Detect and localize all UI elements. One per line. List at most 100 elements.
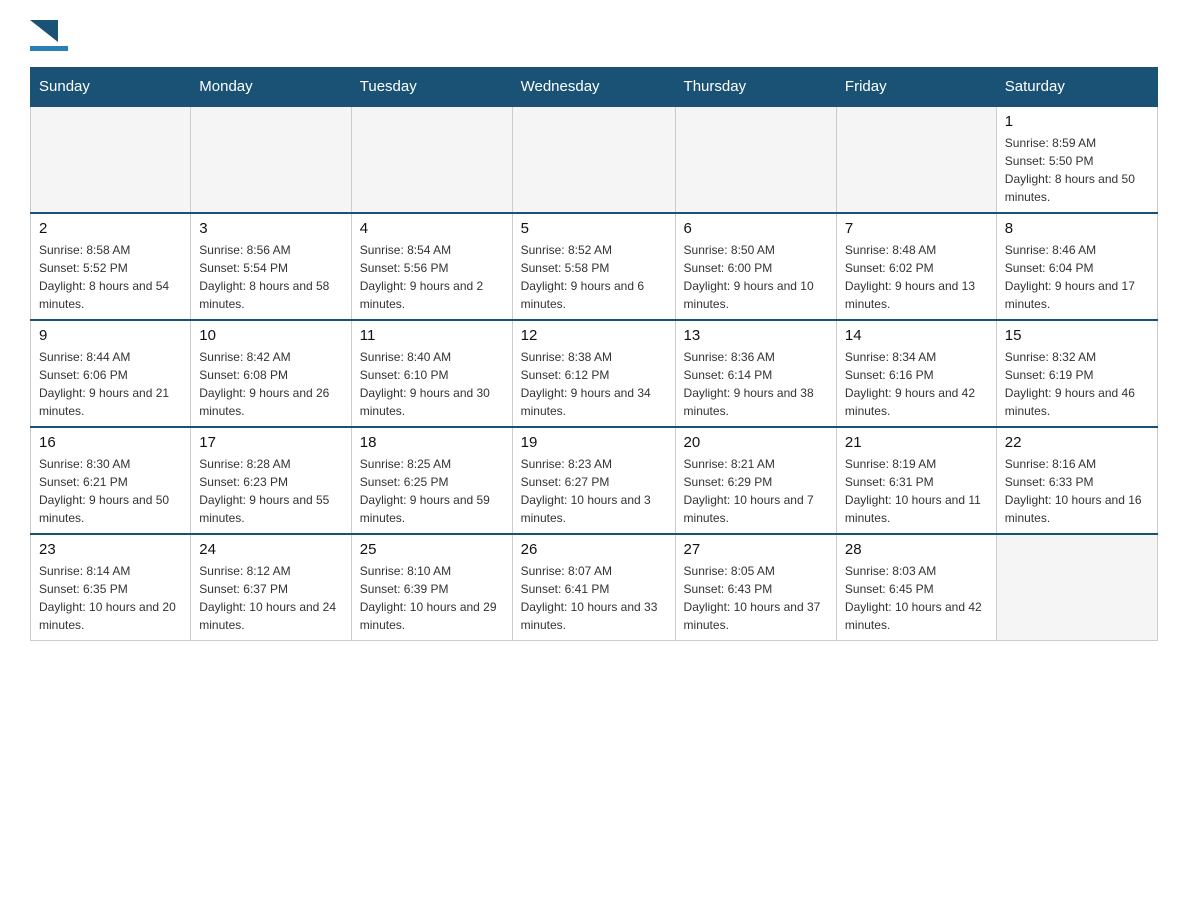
calendar-cell: 1Sunrise: 8:59 AMSunset: 5:50 PMDaylight… xyxy=(996,106,1157,213)
calendar-cell: 24Sunrise: 8:12 AMSunset: 6:37 PMDayligh… xyxy=(191,534,352,641)
day-number: 18 xyxy=(360,434,504,451)
weekday-header-saturday: Saturday xyxy=(996,68,1157,107)
calendar-cell: 7 Sunrise: 8:48 AMSunset: 6:02 PMDaylight… xyxy=(836,213,996,320)
calendar-table: SundayMondayTuesdayWednesdayThursdayFrid… xyxy=(30,67,1158,641)
calendar-cell: 23 Sunrise: 8:14 AMSunset: 6:35 PMDayligh… xyxy=(31,534,191,641)
day-info: Sunrise: 8:10 AMSunset: 6:39 PMDaylight:… xyxy=(360,562,504,634)
calendar-cell: 9 Sunrise: 8:44 AMSunset: 6:06 PMDaylight… xyxy=(31,320,191,427)
calendar-cell: 18Sunrise: 8:25 AMSunset: 6:25 PMDayligh… xyxy=(351,427,512,534)
weekday-header-monday: Monday xyxy=(191,68,352,107)
day-number: 12 xyxy=(521,327,667,344)
day-info: Sunrise: 8:28 AMSunset: 6:23 PMDaylight:… xyxy=(199,455,343,527)
calendar-cell: 12 Sunrise: 8:38 AMSunset: 6:12 PMDayligh… xyxy=(512,320,675,427)
calendar-cell: 21 Sunrise: 8:19 AMSunset: 6:31 PMDayligh… xyxy=(836,427,996,534)
day-info: Sunrise: 8:36 AMSunset: 6:14 PMDaylight:… xyxy=(684,348,828,420)
day-number: 20 xyxy=(684,434,828,451)
day-info: Sunrise: 8:38 AMSunset: 6:12 PMDaylight:… xyxy=(521,348,667,420)
page-header xyxy=(30,20,1158,51)
day-number: 15 xyxy=(1005,327,1149,344)
calendar-cell: 22 Sunrise: 8:16 AMSunset: 6:33 PMDayligh… xyxy=(996,427,1157,534)
day-info: Sunrise: 8:23 AMSunset: 6:27 PMDaylight:… xyxy=(521,455,667,527)
calendar-cell xyxy=(351,106,512,213)
day-info: Sunrise: 8:50 AMSunset: 6:00 PMDaylight:… xyxy=(684,241,828,313)
logo xyxy=(30,20,72,51)
day-number: 22 xyxy=(1005,434,1149,451)
day-info: Sunrise: 8:03 AMSunset: 6:45 PMDaylight:… xyxy=(845,562,988,634)
day-number: 6 xyxy=(684,220,828,237)
weekday-header-sunday: Sunday xyxy=(31,68,191,107)
calendar-cell: 11 Sunrise: 8:40 AMSunset: 6:10 PMDayligh… xyxy=(351,320,512,427)
day-info: Sunrise: 8:05 AMSunset: 6:43 PMDaylight:… xyxy=(684,562,828,634)
calendar-cell: 10 Sunrise: 8:42 AMSunset: 6:08 PMDayligh… xyxy=(191,320,352,427)
calendar-cell xyxy=(191,106,352,213)
day-info: Sunrise: 8:54 AMSunset: 5:56 PMDaylight:… xyxy=(360,241,504,313)
day-number: 10 xyxy=(199,327,343,344)
calendar-cell: 17Sunrise: 8:28 AMSunset: 6:23 PMDayligh… xyxy=(191,427,352,534)
calendar-cell: 16 Sunrise: 8:30 AMSunset: 6:21 PMDayligh… xyxy=(31,427,191,534)
calendar-week-4: 16 Sunrise: 8:30 AMSunset: 6:21 PMDayligh… xyxy=(31,427,1158,534)
day-info: Sunrise: 8:07 AMSunset: 6:41 PMDaylight:… xyxy=(521,562,667,634)
calendar-cell xyxy=(512,106,675,213)
day-info: Sunrise: 8:14 AMSunset: 6:35 PMDaylight:… xyxy=(39,562,182,634)
day-number: 19 xyxy=(521,434,667,451)
day-info: Sunrise: 8:19 AMSunset: 6:31 PMDaylight:… xyxy=(845,455,988,527)
day-info: Sunrise: 8:48 AMSunset: 6:02 PMDaylight:… xyxy=(845,241,988,313)
day-info: Sunrise: 8:16 AMSunset: 6:33 PMDaylight:… xyxy=(1005,455,1149,527)
day-info: Sunrise: 8:42 AMSunset: 6:08 PMDaylight:… xyxy=(199,348,343,420)
day-number: 14 xyxy=(845,327,988,344)
calendar-cell xyxy=(996,534,1157,641)
day-number: 9 xyxy=(39,327,182,344)
calendar-cell: 3Sunrise: 8:56 AMSunset: 5:54 PMDaylight… xyxy=(191,213,352,320)
calendar-cell: 13 Sunrise: 8:36 AMSunset: 6:14 PMDayligh… xyxy=(675,320,836,427)
day-number: 27 xyxy=(684,541,828,558)
day-number: 25 xyxy=(360,541,504,558)
day-info: Sunrise: 8:56 AMSunset: 5:54 PMDaylight:… xyxy=(199,241,343,313)
day-number: 13 xyxy=(684,327,828,344)
calendar-cell: 20 Sunrise: 8:21 AMSunset: 6:29 PMDayligh… xyxy=(675,427,836,534)
calendar-week-5: 23 Sunrise: 8:14 AMSunset: 6:35 PMDayligh… xyxy=(31,534,1158,641)
day-number: 16 xyxy=(39,434,182,451)
weekday-header-tuesday: Tuesday xyxy=(351,68,512,107)
day-number: 2 xyxy=(39,220,182,237)
calendar-cell: 15 Sunrise: 8:32 AMSunset: 6:19 PMDayligh… xyxy=(996,320,1157,427)
calendar-cell: 6 Sunrise: 8:50 AMSunset: 6:00 PMDaylight… xyxy=(675,213,836,320)
day-info: Sunrise: 8:32 AMSunset: 6:19 PMDaylight:… xyxy=(1005,348,1149,420)
calendar-cell: 28 Sunrise: 8:03 AMSunset: 6:45 PMDayligh… xyxy=(836,534,996,641)
day-number: 11 xyxy=(360,327,504,344)
day-number: 28 xyxy=(845,541,988,558)
day-number: 26 xyxy=(521,541,667,558)
calendar-cell: 8 Sunrise: 8:46 AMSunset: 6:04 PMDaylight… xyxy=(996,213,1157,320)
calendar-cell: 27 Sunrise: 8:05 AMSunset: 6:43 PMDayligh… xyxy=(675,534,836,641)
day-info: Sunrise: 8:30 AMSunset: 6:21 PMDaylight:… xyxy=(39,455,182,527)
calendar-week-2: 2 Sunrise: 8:58 AMSunset: 5:52 PMDaylight… xyxy=(31,213,1158,320)
calendar-cell xyxy=(675,106,836,213)
logo-arrow-icon xyxy=(30,20,58,50)
calendar-cell: 4Sunrise: 8:54 AMSunset: 5:56 PMDaylight… xyxy=(351,213,512,320)
calendar-cell xyxy=(31,106,191,213)
day-number: 8 xyxy=(1005,220,1149,237)
weekday-row: SundayMondayTuesdayWednesdayThursdayFrid… xyxy=(31,68,1158,107)
day-info: Sunrise: 8:52 AMSunset: 5:58 PMDaylight:… xyxy=(521,241,667,313)
calendar-cell xyxy=(836,106,996,213)
calendar-cell: 5 Sunrise: 8:52 AMSunset: 5:58 PMDaylight… xyxy=(512,213,675,320)
weekday-header-thursday: Thursday xyxy=(675,68,836,107)
day-number: 21 xyxy=(845,434,988,451)
calendar-cell: 19 Sunrise: 8:23 AMSunset: 6:27 PMDayligh… xyxy=(512,427,675,534)
calendar-week-1: 1Sunrise: 8:59 AMSunset: 5:50 PMDaylight… xyxy=(31,106,1158,213)
day-info: Sunrise: 8:58 AMSunset: 5:52 PMDaylight:… xyxy=(39,241,182,313)
calendar-week-3: 9 Sunrise: 8:44 AMSunset: 6:06 PMDaylight… xyxy=(31,320,1158,427)
day-info: Sunrise: 8:44 AMSunset: 6:06 PMDaylight:… xyxy=(39,348,182,420)
day-info: Sunrise: 8:40 AMSunset: 6:10 PMDaylight:… xyxy=(360,348,504,420)
day-info: Sunrise: 8:21 AMSunset: 6:29 PMDaylight:… xyxy=(684,455,828,527)
day-number: 7 xyxy=(845,220,988,237)
calendar-body: 1Sunrise: 8:59 AMSunset: 5:50 PMDaylight… xyxy=(31,106,1158,641)
calendar-cell: 2 Sunrise: 8:58 AMSunset: 5:52 PMDaylight… xyxy=(31,213,191,320)
day-number: 5 xyxy=(521,220,667,237)
day-number: 1 xyxy=(1005,113,1149,130)
calendar-cell: 25 Sunrise: 8:10 AMSunset: 6:39 PMDayligh… xyxy=(351,534,512,641)
weekday-header-friday: Friday xyxy=(836,68,996,107)
day-number: 23 xyxy=(39,541,182,558)
day-number: 24 xyxy=(199,541,343,558)
day-info: Sunrise: 8:34 AMSunset: 6:16 PMDaylight:… xyxy=(845,348,988,420)
day-info: Sunrise: 8:46 AMSunset: 6:04 PMDaylight:… xyxy=(1005,241,1149,313)
